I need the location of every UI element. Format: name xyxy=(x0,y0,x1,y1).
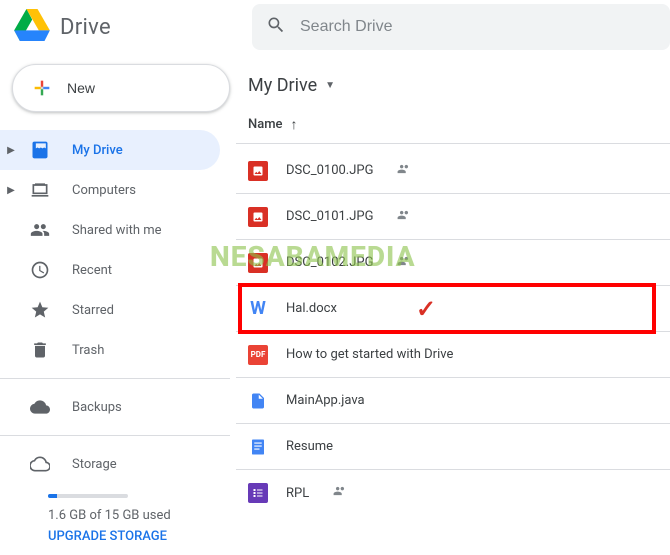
layout: New ▶ My Drive ▶ Computers xyxy=(0,54,670,555)
cloud-outline-icon xyxy=(28,452,52,476)
pdf-file-icon: PDF xyxy=(248,345,268,365)
annotation-checkmark-icon: ✓ xyxy=(416,295,436,323)
nav-label: My Drive xyxy=(72,143,123,158)
sidebar-item-shared[interactable]: Shared with me xyxy=(0,210,220,250)
storage-title: Storage xyxy=(72,457,117,472)
star-icon xyxy=(28,298,52,322)
col-label: Name xyxy=(248,117,283,132)
file-list: DSC_0100.JPG DSC_0101.JPG DSC_0102.JPG ✓… xyxy=(236,148,670,516)
dropdown-icon: ▼ xyxy=(325,80,335,91)
storage-fill xyxy=(48,494,57,498)
logo-area[interactable]: Drive xyxy=(0,9,252,45)
word-file-icon: W xyxy=(248,299,268,319)
file-row[interactable]: RPL xyxy=(236,470,670,516)
chevron-right-icon: ▶ xyxy=(4,145,18,156)
nav-label: Starred xyxy=(72,303,114,318)
file-name: DSC_0102.JPG xyxy=(286,255,373,270)
file-name: DSC_0101.JPG xyxy=(286,209,373,224)
file-row-highlighted[interactable]: ✓ W Hal.docx xyxy=(236,286,670,332)
upgrade-storage-link[interactable]: UPGRADE STORAGE xyxy=(48,529,212,544)
image-file-icon xyxy=(248,161,268,181)
shared-icon xyxy=(28,218,52,242)
image-file-icon xyxy=(248,253,268,273)
generic-file-icon xyxy=(248,391,268,411)
computers-icon xyxy=(28,178,52,202)
sidebar-item-recent[interactable]: Recent xyxy=(0,250,220,290)
file-row[interactable]: DSC_0102.JPG xyxy=(236,240,670,286)
table-header: Name ↑ xyxy=(236,106,670,144)
file-name: Resume xyxy=(286,439,333,454)
shared-icon xyxy=(397,162,411,180)
storage-used-text: 1.6 GB of 15 GB used xyxy=(48,508,212,523)
sidebar-item-storage[interactable]: Storage xyxy=(0,444,220,484)
sort-ascending-icon: ↑ xyxy=(291,116,298,133)
file-row[interactable]: PDF How to get started with Drive xyxy=(236,332,670,378)
file-name: How to get started with Drive xyxy=(286,347,453,362)
file-row[interactable]: Resume xyxy=(236,424,670,470)
shared-icon xyxy=(397,254,411,272)
file-row[interactable]: DSC_0101.JPG xyxy=(236,194,670,240)
forms-file-icon xyxy=(248,483,268,503)
nav-label: Backups xyxy=(72,400,122,415)
file-row[interactable]: MainApp.java xyxy=(236,378,670,424)
file-row[interactable]: DSC_0100.JPG xyxy=(236,148,670,194)
plus-icon xyxy=(31,77,53,99)
nav-label: Trash xyxy=(72,343,104,358)
file-name: Hal.docx xyxy=(286,301,337,316)
sidebar-item-my-drive[interactable]: ▶ My Drive xyxy=(0,130,220,170)
nav-label: Recent xyxy=(72,263,112,278)
trash-icon xyxy=(28,338,52,362)
app-name: Drive xyxy=(60,15,111,40)
sidebar-item-starred[interactable]: Starred xyxy=(0,290,220,330)
nav-label: Computers xyxy=(72,183,136,198)
storage-section: 1.6 GB of 15 GB used UPGRADE STORAGE xyxy=(0,484,230,544)
location-breadcrumb[interactable]: My Drive ▼ xyxy=(236,68,670,102)
new-button-label: New xyxy=(67,80,95,96)
cloud-icon xyxy=(28,395,52,419)
file-name: DSC_0100.JPG xyxy=(286,163,373,178)
chevron-right-icon: ▶ xyxy=(4,185,18,196)
sidebar-item-trash[interactable]: Trash xyxy=(0,330,220,370)
file-name: RPL xyxy=(286,486,309,501)
search-bar[interactable] xyxy=(252,4,670,50)
drive-logo-icon xyxy=(14,9,50,45)
search-input[interactable] xyxy=(300,18,656,36)
header: Drive xyxy=(0,0,670,54)
location-label: My Drive xyxy=(248,75,317,96)
image-file-icon xyxy=(248,207,268,227)
search-icon xyxy=(266,15,286,39)
file-name: MainApp.java xyxy=(286,393,365,408)
shared-icon xyxy=(333,484,347,502)
docs-file-icon xyxy=(248,437,268,457)
nav: ▶ My Drive ▶ Computers Shared with me xyxy=(0,130,230,370)
shared-icon xyxy=(397,208,411,226)
main: My Drive ▼ Name ↑ DSC_0100.JPG DSC_0101.… xyxy=(230,54,670,555)
drive-icon xyxy=(28,138,52,162)
nav-label: Shared with me xyxy=(72,223,162,238)
new-button[interactable]: New xyxy=(12,64,230,112)
sidebar: New ▶ My Drive ▶ Computers xyxy=(0,54,230,555)
recent-icon xyxy=(28,258,52,282)
sidebar-item-computers[interactable]: ▶ Computers xyxy=(0,170,220,210)
storage-bar xyxy=(48,494,128,498)
column-name-header[interactable]: Name ↑ xyxy=(248,116,298,133)
sidebar-item-backups[interactable]: Backups xyxy=(0,387,220,427)
